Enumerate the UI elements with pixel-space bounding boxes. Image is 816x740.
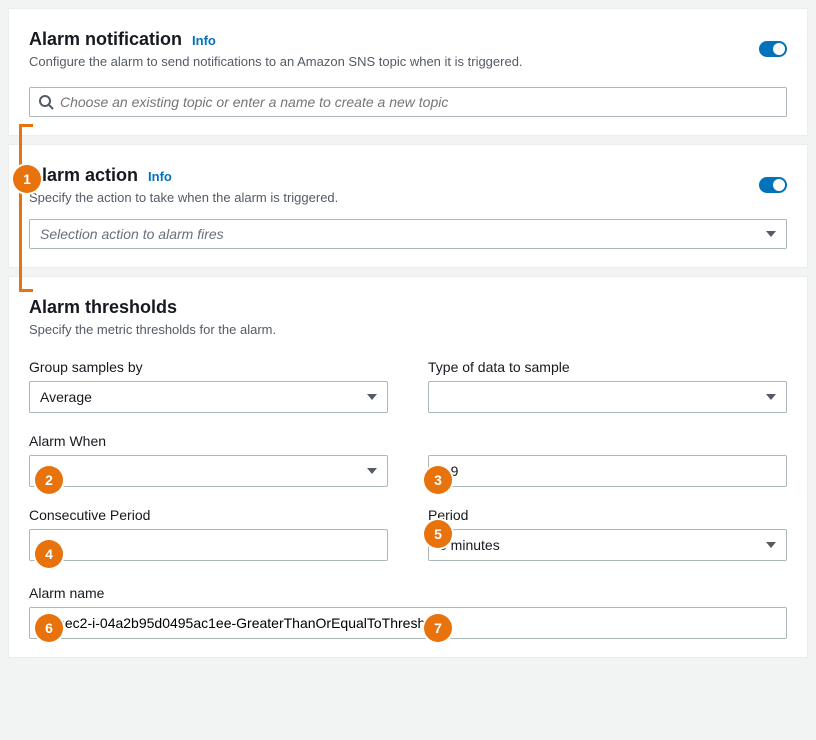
threshold-value-input[interactable]: 0.9 [428, 455, 787, 487]
threshold-value-field: 0.9 [428, 433, 787, 487]
panel-header: Alarm notification Info Configure the al… [29, 29, 787, 69]
group-samples-field: Group samples by Average [29, 359, 388, 413]
alarm-thresholds-subtitle: Specify the metric thresholds for the al… [29, 322, 787, 337]
sns-topic-input[interactable] [54, 94, 778, 110]
alarm-action-placeholder: Selection action to alarm fires [40, 226, 224, 242]
annotation-bubble-3: 3 [424, 466, 452, 494]
annotation-bubble-6: 6 [35, 614, 63, 642]
alarm-action-select[interactable]: Selection action to alarm fires [29, 219, 787, 249]
type-of-data-label: Type of data to sample [428, 359, 787, 375]
chevron-down-icon [766, 394, 776, 400]
chevron-down-icon [766, 542, 776, 548]
alarm-when-label: Alarm When [29, 433, 388, 449]
chevron-down-icon [766, 231, 776, 237]
annotation-line [19, 125, 22, 291]
alarm-notification-panel: Alarm notification Info Configure the al… [8, 8, 808, 136]
sns-topic-search[interactable] [29, 87, 787, 117]
annotation-bubble-5: 5 [424, 520, 452, 548]
annotation-line [19, 289, 33, 292]
type-of-data-select[interactable] [428, 381, 787, 413]
alarm-when-field: Alarm When [29, 433, 388, 487]
alarm-notification-toggle[interactable] [759, 41, 787, 57]
info-link[interactable]: Info [148, 169, 172, 184]
annotation-bubble-2: 2 [35, 466, 63, 494]
consecutive-period-input[interactable] [29, 529, 388, 561]
chevron-down-icon [367, 468, 377, 474]
alarm-name-label: Alarm name [29, 585, 787, 601]
alarm-name-input[interactable] [29, 607, 787, 639]
period-select[interactable]: 5 minutes [428, 529, 787, 561]
consecutive-period-label: Consecutive Period [29, 507, 388, 523]
period-field: Period 5 minutes [428, 507, 787, 561]
consecutive-period-field: Consecutive Period [29, 507, 388, 561]
alarm-action-toggle[interactable] [759, 177, 787, 193]
group-samples-label: Group samples by [29, 359, 388, 375]
alarm-thresholds-panel: Alarm thresholds Specify the metric thre… [8, 276, 808, 658]
annotation-line [19, 124, 33, 127]
alarm-notification-subtitle: Configure the alarm to send notification… [29, 54, 523, 69]
period-label: Period [428, 507, 787, 523]
annotation-bubble-4: 4 [35, 540, 63, 568]
alarm-action-panel: Alarm action Info Specify the action to … [8, 144, 808, 268]
chevron-down-icon [367, 394, 377, 400]
alarm-notification-title: Alarm notification [29, 29, 182, 50]
alarm-thresholds-title: Alarm thresholds [29, 297, 787, 318]
alarm-action-subtitle: Specify the action to take when the alar… [29, 190, 338, 205]
alarm-name-field: Alarm name [29, 585, 787, 639]
info-link[interactable]: Info [192, 33, 216, 48]
type-of-data-field: Type of data to sample [428, 359, 787, 413]
group-samples-value: Average [40, 389, 92, 405]
annotation-bubble-7: 7 [424, 614, 452, 642]
annotation-bubble-1: 1 [13, 165, 41, 193]
alarm-when-select[interactable] [29, 455, 388, 487]
group-samples-select[interactable]: Average [29, 381, 388, 413]
panel-header: Alarm action Info Specify the action to … [29, 165, 787, 205]
search-icon [38, 94, 54, 110]
alarm-action-title: Alarm action [29, 165, 138, 186]
